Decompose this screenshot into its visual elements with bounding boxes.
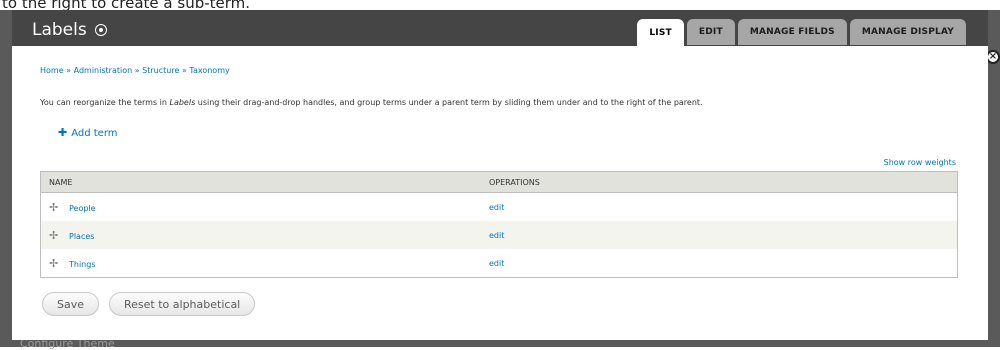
edit-link[interactable]: edit — [489, 203, 504, 212]
close-overlay-button[interactable]: × — [986, 50, 1000, 64]
tab-bar: LIST EDIT MANAGE FIELDS MANAGE DISPLAY — [637, 19, 966, 47]
operations-cell: edit — [481, 249, 958, 278]
table-row: ✢ Places edit — [40, 221, 958, 249]
tab-list[interactable]: LIST — [637, 19, 684, 47]
drag-handle-icon[interactable]: ✢ — [49, 257, 61, 270]
page-title: Labels — [32, 20, 107, 40]
tab-edit[interactable]: EDIT — [686, 19, 735, 45]
term-link[interactable]: Things — [69, 260, 96, 269]
breadcrumb-home[interactable]: Home — [40, 66, 64, 75]
reset-alphabetical-button[interactable]: Reset to alphabetical — [109, 292, 256, 316]
terms-table: NAME OPERATIONS ✢ People edit ✢ Places edi… — [40, 171, 958, 278]
help-text-after: using their drag-and-drop handles, and g… — [195, 98, 703, 107]
term-link[interactable]: People — [69, 204, 96, 213]
overlay-content: Home » Administration » Structure » Taxo… — [12, 46, 988, 340]
breadcrumb-separator: » — [134, 66, 140, 75]
breadcrumb-structure[interactable]: Structure — [142, 66, 179, 75]
operations-cell: edit — [481, 192, 958, 221]
drag-handle-icon[interactable]: ✢ — [49, 201, 61, 214]
form-actions: Save Reset to alphabetical — [42, 292, 256, 316]
term-name-cell: ✢ Things — [40, 249, 481, 278]
page-title-text: Labels — [32, 20, 87, 40]
breadcrumb: Home » Administration » Structure » Taxo… — [40, 66, 230, 75]
overlay-header: Labels LIST EDIT MANAGE FIELDS MANAGE DI… — [12, 10, 988, 47]
save-button[interactable]: Save — [42, 292, 100, 316]
help-text-before: You can reorganize the terms in — [40, 98, 170, 107]
column-header-name: NAME — [40, 171, 481, 193]
column-header-operations: OPERATIONS — [481, 171, 958, 193]
edit-link[interactable]: edit — [489, 259, 504, 268]
help-text: You can reorganize the terms in Labels u… — [40, 98, 703, 107]
table-row: ✢ Things edit — [40, 249, 958, 278]
edit-link[interactable]: edit — [489, 231, 504, 240]
breadcrumb-administration[interactable]: Administration — [74, 66, 133, 75]
breadcrumb-separator: » — [66, 66, 72, 75]
add-term-label: Add term — [71, 128, 118, 139]
table-header-row: NAME OPERATIONS — [40, 171, 958, 193]
add-term-link[interactable]: ✚ Add term — [58, 126, 118, 139]
plus-icon: ✚ — [58, 126, 68, 139]
drag-handle-icon[interactable]: ✢ — [49, 229, 61, 242]
breadcrumb-separator: » — [181, 66, 187, 75]
tab-manage-fields[interactable]: MANAGE FIELDS — [737, 19, 847, 45]
show-row-weights-link[interactable]: Show row weights — [884, 158, 956, 167]
operations-cell: edit — [481, 221, 958, 249]
breadcrumb-taxonomy[interactable]: Taxonomy — [189, 66, 229, 75]
term-name-cell: ✢ People — [40, 192, 481, 221]
term-link[interactable]: Places — [69, 232, 94, 241]
add-shortcut-icon[interactable] — [94, 24, 107, 36]
table-row: ✢ People edit — [40, 192, 958, 221]
close-icon: × — [988, 51, 998, 62]
help-text-vocabulary: Labels — [169, 98, 196, 107]
term-name-cell: ✢ Places — [40, 221, 481, 249]
tab-manage-display[interactable]: MANAGE DISPLAY — [849, 19, 966, 45]
